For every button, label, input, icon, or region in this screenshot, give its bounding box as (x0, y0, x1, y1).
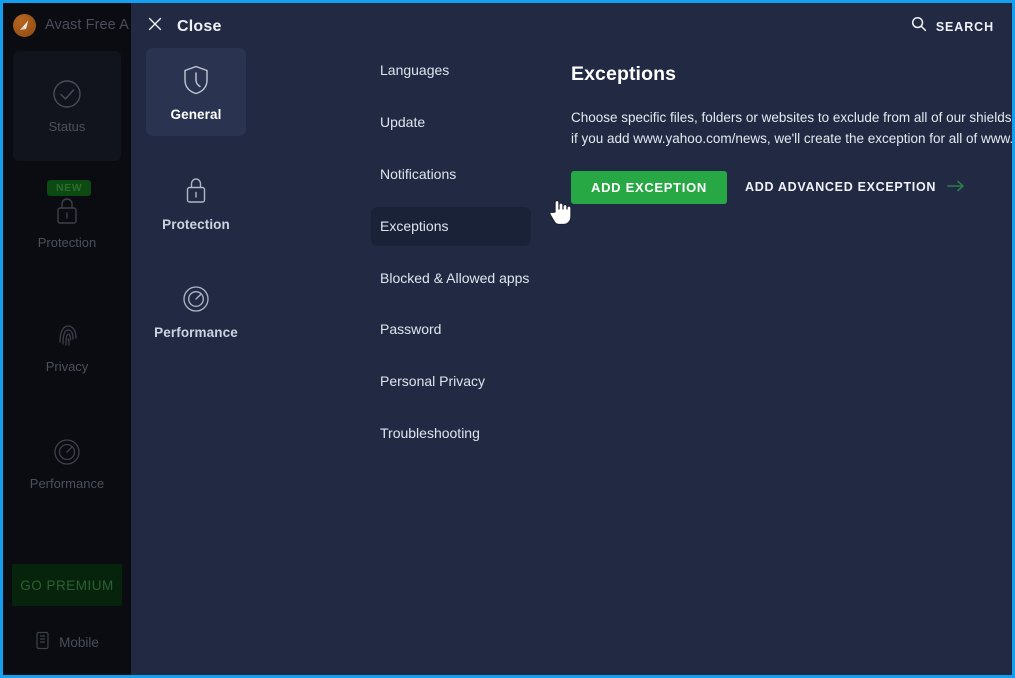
close-icon (147, 16, 163, 37)
speedometer-icon (52, 437, 82, 467)
search-button[interactable]: SEARCH (911, 16, 994, 37)
settings-overlay-panel: Close SEARCH General Protection Performa… (131, 3, 1012, 675)
action-button-row: ADD EXCEPTION ADD ADVANCED EXCEPTION (571, 170, 991, 204)
add-advanced-exception-label: ADD ADVANCED EXCEPTION (745, 180, 937, 195)
category-label: General (170, 107, 222, 122)
sidebar-item-label: Performance (29, 476, 105, 491)
check-circle-icon (51, 78, 83, 110)
close-button[interactable]: Close (143, 13, 226, 40)
category-protection[interactable]: Protection (146, 158, 246, 246)
menu-item-languages[interactable]: Languages (371, 51, 531, 90)
settings-category-column: General Protection Performance (140, 48, 252, 376)
go-premium-button[interactable]: GO PREMIUM (12, 564, 122, 606)
sidebar-item-privacy[interactable]: Privacy (13, 303, 121, 389)
sidebar-item-mobile[interactable]: Mobile (3, 631, 131, 653)
sidebar-item-protection[interactable]: Protection (13, 173, 121, 271)
category-label: Protection (162, 217, 230, 232)
settings-content-pane: Exceptions Choose specific files, folder… (571, 63, 1012, 204)
arrow-right-icon (947, 180, 965, 195)
avast-application-window: Avast Free A Status NEW Protection Priva… (3, 3, 1012, 675)
menu-item-blocked-allowed-apps[interactable]: Blocked & Allowed apps (371, 259, 531, 298)
sidebar-item-label: Mobile (59, 634, 99, 650)
add-exception-button[interactable]: ADD EXCEPTION (571, 170, 728, 204)
sidebar-item-label: Protection (37, 235, 97, 250)
fingerprint-icon (52, 318, 82, 350)
category-general[interactable]: General (146, 48, 246, 136)
add-advanced-exception-link[interactable]: ADD ADVANCED EXCEPTION (745, 180, 965, 195)
mobile-phone-icon (35, 631, 50, 653)
menu-item-update[interactable]: Update (371, 103, 531, 142)
brand-logo: Avast Free A (13, 12, 129, 38)
lock-icon (182, 174, 210, 206)
settings-topbar: Close SEARCH (131, 3, 1012, 48)
sidebar-item-label: Status (48, 119, 86, 134)
avast-logo-icon (13, 13, 36, 37)
lock-icon (52, 194, 82, 226)
close-label: Close (177, 17, 222, 35)
menu-item-personal-privacy[interactable]: Personal Privacy (371, 362, 531, 401)
category-label: Performance (154, 325, 238, 340)
sidebar-item-status[interactable]: Status (13, 51, 121, 161)
sidebar-item-performance[interactable]: Performance (13, 421, 121, 507)
menu-item-notifications[interactable]: Notifications (371, 155, 531, 194)
page-description: Choose specific files, folders or websit… (571, 110, 1012, 146)
page-title: Exceptions (571, 63, 677, 85)
category-performance[interactable]: Performance (146, 268, 246, 354)
shield-icon (182, 64, 210, 96)
search-label: SEARCH (935, 19, 994, 34)
menu-item-exceptions[interactable]: Exceptions (371, 206, 531, 246)
app-sidebar: Avast Free A Status NEW Protection Priva… (3, 3, 131, 675)
menu-item-troubleshooting[interactable]: Troubleshooting (371, 414, 531, 453)
settings-menu-list: Languages Update Notifications Exception… (371, 51, 531, 466)
menu-item-password[interactable]: Password (371, 310, 531, 349)
speedometer-icon (181, 284, 211, 314)
sidebar-item-label: Privacy (45, 359, 89, 374)
brand-name: Avast Free A (45, 17, 129, 33)
search-icon (911, 16, 927, 37)
